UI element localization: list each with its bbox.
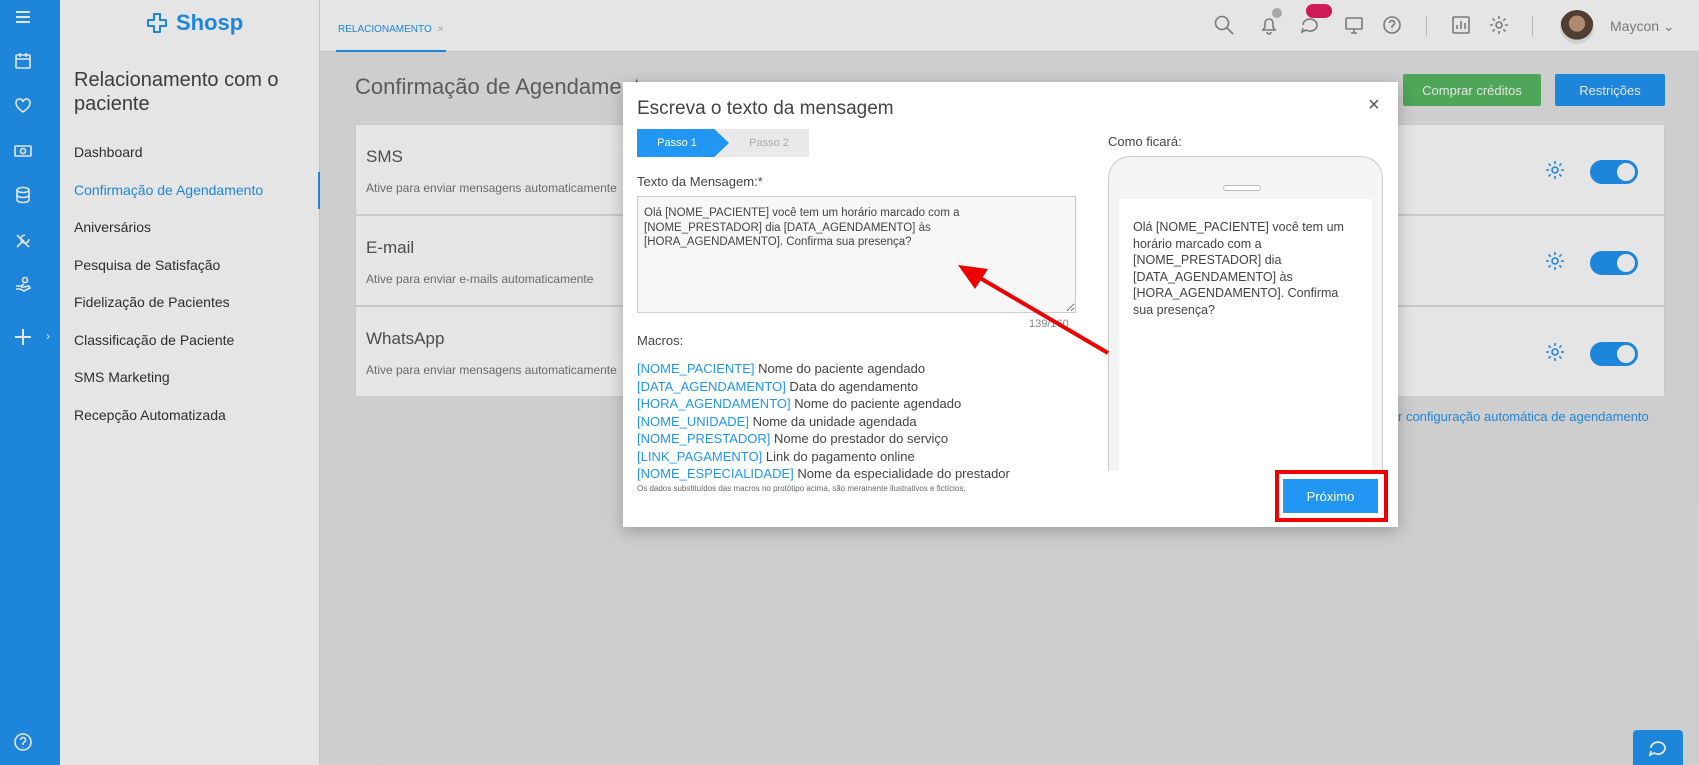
macro-item: [LINK_PAGAMENTO] Link do pagamento onlin… — [637, 448, 1010, 466]
macro-tag[interactable]: [NOME_UNIDADE] — [637, 414, 749, 429]
macro-tag[interactable]: [NOME_ESPECIALIDADE] — [637, 466, 794, 481]
message-label: Texto da Mensagem:* — [637, 174, 763, 189]
macro-desc: Nome da especialidade do prestador — [793, 466, 1010, 481]
macro-desc: Data do agendamento — [785, 378, 919, 394]
macro-desc: Link do pagamento online — [762, 448, 915, 464]
macro-item: [DATA_AGENDAMENTO] Data do agendamento — [637, 378, 1010, 396]
macro-desc: Nome do paciente agendado — [754, 361, 926, 376]
annotation-arrow — [958, 265, 1110, 355]
macro-item: [NOME_PACIENTE] Nome do paciente agendad… — [637, 360, 1010, 378]
macro-tag[interactable]: [DATA_AGENDAMENTO] — [637, 379, 786, 394]
step-1[interactable]: Passo 1 — [637, 129, 729, 157]
preview-text: Olá [NOME_PACIENTE] você tem um horário … — [1133, 220, 1344, 317]
macros-disclaimer: Os dados substituídos das macros no prot… — [637, 484, 966, 493]
macros-list: [NOME_PACIENTE] Nome do paciente agendad… — [637, 360, 1010, 483]
phone-preview: Olá [NOME_PACIENTE] você tem um horário … — [1108, 156, 1383, 471]
stepper: Passo 1 Passo 2 — [637, 129, 809, 157]
phone-speaker — [1223, 185, 1261, 191]
macro-desc: Nome do prestador do serviço — [770, 431, 949, 446]
macro-item: [NOME_UNIDADE] Nome da unidade agendada — [637, 413, 1010, 431]
modal-title: Escreva o texto da mensagem — [637, 98, 894, 119]
preview-label: Como ficará: — [1108, 134, 1182, 149]
macro-tag[interactable]: [HORA_AGENDAMENTO] — [637, 396, 791, 411]
macro-item: [NOME_PRESTADOR] Nome do prestador do se… — [637, 430, 1010, 448]
macro-desc: Nome do paciente agendado — [790, 396, 962, 411]
macro-item: [HORA_AGENDAMENTO] Nome do paciente agen… — [637, 395, 1010, 413]
macro-desc: Nome da unidade agendada — [748, 413, 917, 429]
step-2[interactable]: Passo 2 — [729, 129, 809, 157]
macros-label: Macros: — [637, 333, 684, 348]
close-icon[interactable]: × — [1368, 94, 1380, 117]
highlight-box — [1275, 470, 1388, 522]
macro-tag[interactable]: [LINK_PAGAMENTO] — [637, 449, 762, 464]
macro-tag[interactable]: [NOME_PRESTADOR] — [637, 431, 770, 446]
phone-screen: Olá [NOME_PACIENTE] você tem um horário … — [1119, 199, 1372, 471]
macro-item: [NOME_ESPECIALIDADE] Nome da especialida… — [637, 465, 1010, 483]
macro-tag[interactable]: [NOME_PACIENTE] — [637, 361, 755, 376]
